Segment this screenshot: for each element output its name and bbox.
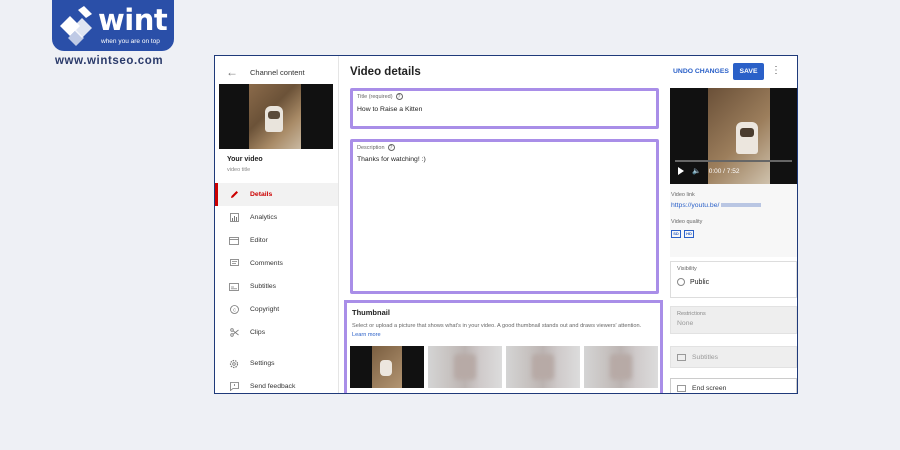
subtitles-icon xyxy=(677,353,686,361)
sidebar-item-editor[interactable]: Editor xyxy=(215,229,338,252)
thumbnail-option[interactable] xyxy=(428,346,502,388)
thumbnail-option[interactable] xyxy=(506,346,580,388)
help-icon[interactable]: ? xyxy=(395,93,403,100)
details-main: Video details Title (required) ? How to … xyxy=(339,56,663,393)
video-player[interactable]: 🔈 0:00 / 7:52 xyxy=(670,88,797,184)
volume-icon[interactable]: 🔈 xyxy=(692,167,701,175)
restrictions-field[interactable]: Restrictions None xyxy=(670,306,797,334)
sidebar-item-subtitles[interactable]: Subtitles xyxy=(215,275,338,298)
end-screen-row[interactable]: End screen xyxy=(670,378,797,393)
wint-logo-icon xyxy=(60,6,92,46)
undo-changes-button[interactable]: UNDO CHANGES xyxy=(673,68,729,75)
sidebar-item-send-feedback[interactable]: Send feedback xyxy=(215,375,338,393)
sidebar-item-settings[interactable]: Settings xyxy=(215,352,338,375)
restrictions-value: None xyxy=(677,320,694,327)
sidebar-item-label: Comments xyxy=(250,260,283,267)
analytics-icon xyxy=(229,213,239,223)
copyright-icon: c xyxy=(229,305,239,315)
sidebar-item-copyright[interactable]: c Copyright xyxy=(215,298,338,321)
thumbnail-description: Select or upload a picture that shows wh… xyxy=(352,323,642,338)
description-field[interactable]: Description ? Thanks for watching! :) xyxy=(350,139,659,294)
brand-logo: wint when you are on top xyxy=(52,0,174,51)
title-field[interactable]: Title (required) ? How to Raise a Kitten xyxy=(350,88,659,129)
sidebar-item-label: Analytics xyxy=(250,214,278,221)
end-screen-icon xyxy=(677,384,686,392)
pencil-icon xyxy=(229,190,239,200)
description-field-label: Description ? xyxy=(357,144,395,151)
video-quality-label: Video quality xyxy=(671,219,703,225)
player-time: 0:00 / 7:52 xyxy=(708,167,740,175)
subtitles-icon xyxy=(229,282,239,292)
editor-icon xyxy=(229,236,239,246)
video-title-caption: video title xyxy=(227,167,251,173)
sidebar-item-label: Send feedback xyxy=(250,383,296,390)
save-button[interactable]: SAVE xyxy=(733,63,764,80)
svg-text:c: c xyxy=(233,307,236,313)
video-link[interactable]: https://youtu.be/ xyxy=(671,202,762,209)
title-field-label: Title (required) ? xyxy=(357,93,403,100)
studio-window: ← Channel content Your video video title… xyxy=(214,55,798,394)
brand-tagline: when you are on top xyxy=(101,38,160,45)
sidebar-title: Channel content xyxy=(250,67,305,77)
restrictions-label: Restrictions xyxy=(677,311,706,317)
sidebar-item-label: Clips xyxy=(250,329,266,336)
sidebar: ← Channel content Your video video title… xyxy=(215,56,339,393)
hd-badge: HD xyxy=(684,230,694,238)
sidebar-header: ← Channel content xyxy=(226,65,305,79)
end-screen-label: End screen xyxy=(692,384,727,392)
thumbnail-option[interactable] xyxy=(350,346,424,388)
sidebar-item-label: Copyright xyxy=(250,306,280,313)
subtitles-label: Subtitles xyxy=(692,353,719,361)
right-panel: UNDO CHANGES SAVE ⋮ 🔈 0:00 / 7:52 Video … xyxy=(663,56,797,393)
thumbnail-heading: Thumbnail xyxy=(352,308,390,317)
sidebar-item-clips[interactable]: Clips xyxy=(215,321,338,344)
thumbnail-options xyxy=(350,346,658,388)
feedback-icon xyxy=(229,382,239,392)
play-icon[interactable] xyxy=(678,167,684,175)
help-icon[interactable]: ? xyxy=(387,144,395,151)
visibility-label: Visibility xyxy=(677,266,697,272)
video-thumbnail[interactable] xyxy=(219,84,333,149)
visibility-dropdown[interactable]: Visibility Public xyxy=(670,261,797,298)
page-title: Video details xyxy=(350,66,421,78)
sidebar-item-label: Subtitles xyxy=(250,283,277,290)
title-input[interactable]: How to Raise a Kitten xyxy=(357,106,422,113)
thumbnail-section: Thumbnail Select or upload a picture tha… xyxy=(344,300,663,393)
site-url: www.wintseo.com xyxy=(55,55,164,67)
video-link-label: Video link xyxy=(671,192,695,198)
brand-name: wint xyxy=(98,3,168,37)
player-controls: 🔈 0:00 / 7:52 xyxy=(678,167,739,175)
comments-icon xyxy=(229,259,239,269)
sidebar-item-label: Editor xyxy=(250,237,268,244)
sidebar-nav: Details Analytics Editor Comments Subtit… xyxy=(215,183,338,393)
sidebar-item-label: Settings xyxy=(250,360,275,367)
more-options-icon[interactable]: ⋮ xyxy=(771,65,781,77)
your-video-heading: Your video xyxy=(227,156,263,163)
visibility-value: Public xyxy=(677,278,709,286)
sidebar-item-label: Details xyxy=(250,191,273,198)
description-input[interactable]: Thanks for watching! :) xyxy=(357,156,426,163)
back-arrow-icon[interactable]: ← xyxy=(226,65,240,79)
progress-bar[interactable] xyxy=(675,160,792,162)
globe-icon xyxy=(677,278,685,286)
gear-icon xyxy=(229,359,239,369)
scissors-icon xyxy=(229,328,239,338)
quality-badges: SD HD xyxy=(671,230,694,238)
thumbnail-option[interactable] xyxy=(584,346,658,388)
learn-more-link[interactable]: Learn more xyxy=(352,332,381,338)
sidebar-item-comments[interactable]: Comments xyxy=(215,252,338,275)
subtitles-row[interactable]: Subtitles xyxy=(670,346,797,368)
sidebar-item-analytics[interactable]: Analytics xyxy=(215,206,338,229)
sd-badge: SD xyxy=(671,230,681,238)
sidebar-item-details[interactable]: Details xyxy=(215,183,338,206)
